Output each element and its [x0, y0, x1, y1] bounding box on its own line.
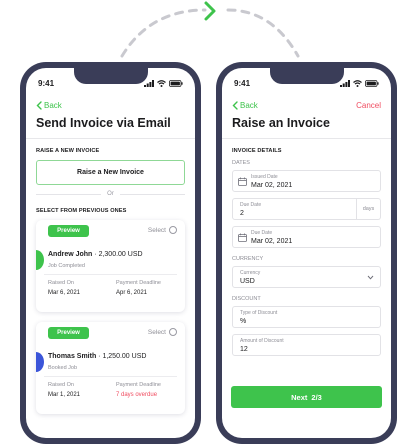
issued-date-label: Issued Date	[251, 174, 278, 180]
select-toggle[interactable]: Select	[148, 226, 177, 234]
discount-type-value: %	[240, 318, 247, 325]
wifi-icon	[157, 79, 166, 87]
chevron-down-icon	[367, 275, 374, 280]
section-details-label: INVOICE DETAILS	[232, 148, 282, 154]
back-button[interactable]: Back	[232, 101, 258, 110]
select-radio[interactable]	[169, 226, 177, 234]
signal-icon	[340, 79, 350, 87]
currency-label: Currency	[240, 270, 261, 276]
invoice-card[interactable]: Preview Select Andrew John · 2,300.00 US…	[36, 220, 185, 312]
discount-type-field[interactable]: Type of Discount %	[232, 306, 381, 328]
select-radio[interactable]	[169, 328, 177, 336]
next-label: Next	[291, 392, 308, 402]
invoice-card[interactable]: Preview Select Thomas Smith · 1,250.00 U…	[36, 322, 185, 414]
next-button[interactable]: Next 2/3	[231, 386, 382, 408]
status-time: 9:41	[38, 78, 55, 88]
page-title: Send Invoice via Email	[36, 116, 171, 130]
card-divider	[44, 274, 177, 275]
currency-select[interactable]: Currency USD	[232, 266, 381, 288]
select-label: Select	[147, 328, 166, 336]
or-text: Or	[107, 191, 114, 197]
chevron-right-icon	[204, 1, 216, 21]
invoice-amount: · 2,300.00 USD	[92, 251, 143, 258]
select-label: Select	[147, 226, 166, 234]
or-separator: Or	[36, 189, 186, 199]
header-divider	[222, 138, 391, 139]
client-line: Andrew John · 2,300.00 USD	[48, 251, 143, 258]
due-days-label: Due Date	[240, 202, 262, 208]
back-label: Back	[240, 100, 258, 110]
due-date-label: Due Date	[251, 230, 273, 236]
client-name: Andrew John	[48, 251, 93, 258]
back-button[interactable]: Back	[36, 101, 62, 110]
wifi-icon	[353, 79, 362, 87]
client-name: Thomas Smith	[48, 353, 97, 360]
header-divider	[26, 138, 195, 139]
status-time: 9:41	[234, 78, 251, 88]
select-toggle[interactable]: Select	[148, 328, 177, 336]
raised-on-value: Mar 6, 2021	[48, 290, 81, 296]
invoice-amount: · 1,250.00 USD	[96, 353, 147, 360]
card-divider	[44, 376, 177, 377]
chevron-left-icon	[36, 100, 42, 110]
payment-deadline-value: 7 days overdue	[116, 392, 158, 398]
payment-deadline-value: Apr 6, 2021	[116, 290, 148, 296]
dates-label: DATES	[232, 160, 250, 166]
discount-amount-label: Amount of Discount	[240, 338, 284, 344]
screen-raise-invoice: 9:41 Back Cancel Raise an Invoice INVOIC…	[222, 68, 391, 438]
due-days-field[interactable]: Due Date 2	[232, 198, 357, 220]
cancel-button[interactable]: Cancel	[356, 101, 381, 110]
signal-icon	[144, 79, 154, 87]
step-indicator: 2/3	[311, 392, 322, 402]
currency-section-label: CURRENCY	[232, 256, 264, 262]
calendar-icon	[238, 177, 247, 186]
raise-new-invoice-button[interactable]: Raise a New Invoice	[36, 160, 185, 185]
battery-icon	[169, 79, 183, 87]
status-indicator	[36, 352, 44, 372]
due-date-value: Mar 02, 2021	[251, 238, 293, 245]
screen-send-invoice: 9:41 Back Send Invoice via Email RAISE A…	[26, 68, 195, 438]
issued-date-field[interactable]: Issued Date Mar 02, 2021	[232, 170, 381, 192]
chevron-left-icon	[232, 100, 238, 110]
back-label: Back	[44, 100, 62, 110]
client-line: Thomas Smith · 1,250.00 USD	[48, 353, 146, 360]
raised-on-value: Mar 1, 2021	[48, 392, 81, 398]
issued-date-value: Mar 02, 2021	[251, 182, 293, 189]
calendar-icon	[238, 233, 247, 242]
section-raise-label: RAISE A NEW INVOICE	[36, 148, 100, 154]
page-title: Raise an Invoice	[232, 116, 330, 130]
discount-type-label: Type of Discount	[240, 310, 278, 316]
due-date-field[interactable]: Due Date Mar 02, 2021	[232, 226, 381, 248]
phone-raise-invoice: 9:41 Back Cancel Raise an Invoice INVOIC…	[216, 62, 397, 444]
currency-value: USD	[240, 278, 255, 285]
job-status: Booked Job	[48, 365, 78, 371]
nav-bar: Back	[36, 98, 185, 112]
payment-deadline-label: Payment Deadline	[116, 382, 161, 388]
phone-notch	[73, 68, 148, 84]
nav-bar: Back Cancel	[232, 98, 381, 112]
status-indicator	[36, 250, 44, 270]
due-days-value: 2	[240, 210, 244, 217]
discount-section-label: DISCOUNT	[232, 296, 261, 302]
phone-notch	[269, 68, 344, 84]
raised-on-label: Raised On	[48, 382, 74, 388]
raised-on-label: Raised On	[48, 280, 74, 286]
section-previous-label: SELECT FROM PREVIOUS ONES	[36, 208, 127, 214]
days-unit: days	[357, 198, 381, 220]
discount-amount-value: 12	[240, 346, 248, 353]
payment-deadline-label: Payment Deadline	[116, 280, 161, 286]
preview-button[interactable]: Preview	[48, 225, 89, 237]
job-status: Job Completed	[48, 263, 85, 269]
discount-amount-field[interactable]: Amount of Discount 12	[232, 334, 381, 356]
phone-send-invoice: 9:41 Back Send Invoice via Email RAISE A…	[20, 62, 201, 444]
battery-icon	[365, 79, 379, 87]
preview-button[interactable]: Preview	[48, 327, 89, 339]
